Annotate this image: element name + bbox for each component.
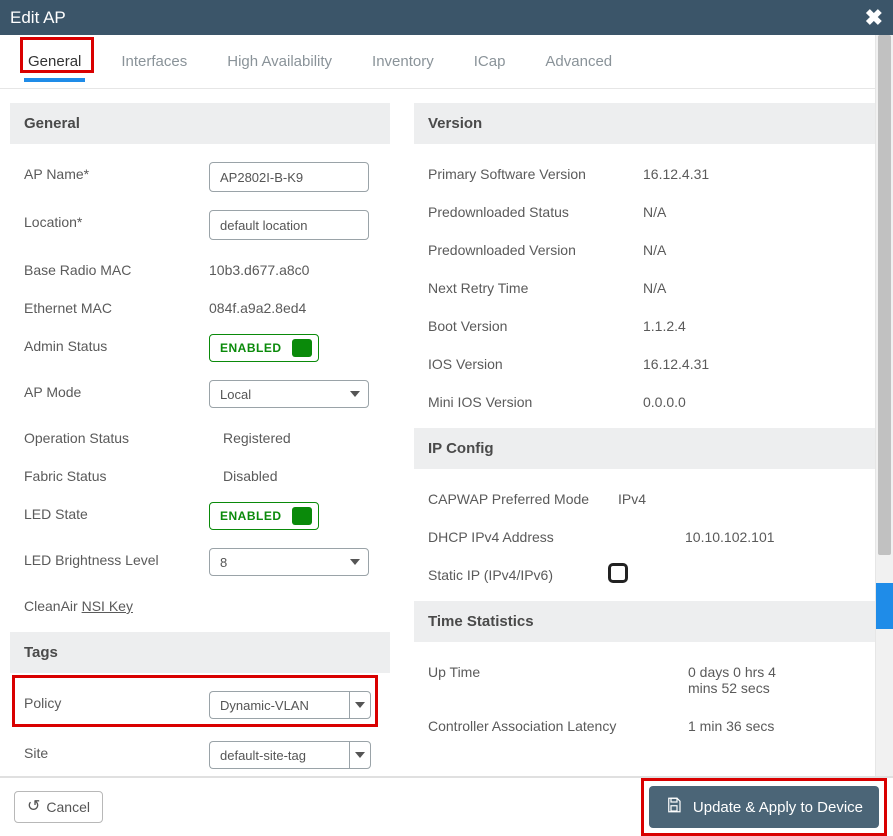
right-column: Version Primary Software Version16.12.4.… [414, 103, 875, 776]
left-column: General AP Name* Location* Base Radio MA… [10, 103, 390, 776]
tab-high-availability[interactable]: High Availability [223, 49, 336, 82]
eth-mac-value: 084f.a9a2.8ed4 [209, 296, 376, 316]
boot-label: Boot Version [428, 314, 643, 334]
section-ip: IP Config [414, 428, 875, 469]
boot-value: 1.1.2.4 [643, 314, 861, 334]
led-state-toggle[interactable]: ENABLED [209, 502, 319, 530]
dhcp-value: 10.10.102.101 [643, 525, 861, 545]
led-state-text: ENABLED [220, 509, 282, 523]
fabric-status-value: Disabled [209, 464, 376, 484]
update-apply-button[interactable]: Update & Apply to Device [649, 786, 879, 828]
chevron-down-icon [350, 391, 360, 397]
scrollbar[interactable] [875, 35, 893, 776]
op-status-value: Registered [209, 426, 376, 446]
primary-sw-value: 16.12.4.31 [643, 162, 861, 182]
section-general: General [10, 103, 390, 144]
site-dropdown-button[interactable] [349, 741, 371, 769]
eth-mac-label: Ethernet MAC [24, 296, 209, 316]
location-input[interactable] [209, 210, 369, 240]
section-tags: Tags [10, 632, 390, 673]
ap-name-label: AP Name* [24, 162, 209, 182]
scrollbar-thumb[interactable] [878, 35, 891, 555]
brightness-value: 8 [220, 555, 227, 570]
predl-ver-label: Predownloaded Version [428, 238, 643, 258]
latency-label: Controller Association Latency [428, 714, 688, 734]
capwap-label: CAPWAP Preferred Mode [428, 487, 618, 507]
brightness-select[interactable]: 8 [209, 548, 369, 576]
brightness-label: LED Brightness Level [24, 548, 209, 568]
chevron-down-icon [350, 559, 360, 565]
led-state-label: LED State [24, 502, 209, 522]
op-status-label: Operation Status [24, 426, 209, 446]
base-mac-label: Base Radio MAC [24, 258, 209, 278]
cancel-button[interactable]: ↺ Cancel [14, 791, 103, 823]
site-select[interactable]: default-site-tag [209, 741, 349, 769]
predl-status-label: Predownloaded Status [428, 200, 643, 220]
ap-mode-value: Local [220, 387, 251, 402]
tab-inventory[interactable]: Inventory [368, 49, 438, 82]
predl-status-value: N/A [643, 200, 861, 220]
predl-ver-value: N/A [643, 238, 861, 258]
admin-status-text: ENABLED [220, 341, 282, 355]
tab-bar: General Interfaces High Availability Inv… [0, 35, 875, 89]
policy-select[interactable]: Dynamic-VLAN [209, 691, 349, 719]
section-version: Version [414, 103, 875, 144]
cleanair-label: CleanAir NSI Key [24, 594, 209, 614]
scrollbar-accent [876, 583, 893, 629]
fabric-status-label: Fabric Status [24, 464, 209, 484]
policy-dropdown-button[interactable] [349, 691, 371, 719]
ap-mode-select[interactable]: Local [209, 380, 369, 408]
site-value: default-site-tag [220, 748, 306, 763]
toggle-handle-icon [292, 339, 312, 357]
mini-ios-label: Mini IOS Version [428, 390, 643, 410]
tab-advanced[interactable]: Advanced [541, 49, 616, 82]
content-scroll: General Interfaces High Availability Inv… [0, 35, 875, 776]
footer: ↺ Cancel Update & Apply to Device [0, 776, 893, 836]
static-ip-checkbox[interactable] [608, 563, 628, 583]
tab-interfaces[interactable]: Interfaces [117, 49, 191, 82]
mini-ios-value: 0.0.0.0 [643, 390, 861, 410]
static-ip-label: Static IP (IPv4/IPv6) [428, 563, 608, 583]
window-title: Edit AP [10, 8, 66, 28]
save-icon [665, 796, 683, 818]
undo-icon: ↺ [27, 799, 40, 815]
ios-value: 16.12.4.31 [643, 352, 861, 372]
nsi-key-link[interactable]: NSI Key [82, 598, 133, 614]
site-label: Site [24, 741, 209, 761]
base-mac-value: 10b3.d677.a8c0 [209, 258, 376, 278]
policy-value: Dynamic-VLAN [220, 698, 309, 713]
section-time: Time Statistics [414, 601, 875, 642]
tab-icap[interactable]: ICap [470, 49, 510, 82]
primary-sw-label: Primary Software Version [428, 162, 643, 182]
capwap-value: IPv4 [618, 487, 861, 507]
uptime-value: 0 days 0 hrs 4 mins 52 secs [688, 660, 808, 696]
admin-status-toggle[interactable]: ENABLED [209, 334, 319, 362]
tab-general[interactable]: General [24, 49, 85, 82]
retry-label: Next Retry Time [428, 276, 643, 296]
ap-name-input[interactable] [209, 162, 369, 192]
chevron-down-icon [355, 702, 365, 708]
uptime-label: Up Time [428, 660, 688, 680]
close-icon[interactable]: ✖ [865, 5, 883, 31]
dhcp-label: DHCP IPv4 Address [428, 525, 643, 545]
ap-mode-label: AP Mode [24, 380, 209, 400]
apply-label: Update & Apply to Device [693, 799, 863, 816]
admin-status-label: Admin Status [24, 334, 209, 354]
location-label: Location* [24, 210, 209, 230]
toggle-handle-icon [292, 507, 312, 525]
chevron-down-icon [355, 752, 365, 758]
cancel-label: Cancel [46, 799, 90, 815]
ios-label: IOS Version [428, 352, 643, 372]
policy-label: Policy [24, 691, 209, 711]
latency-value: 1 min 36 secs [688, 714, 861, 734]
retry-value: N/A [643, 276, 861, 296]
titlebar: Edit AP ✖ [0, 0, 893, 35]
